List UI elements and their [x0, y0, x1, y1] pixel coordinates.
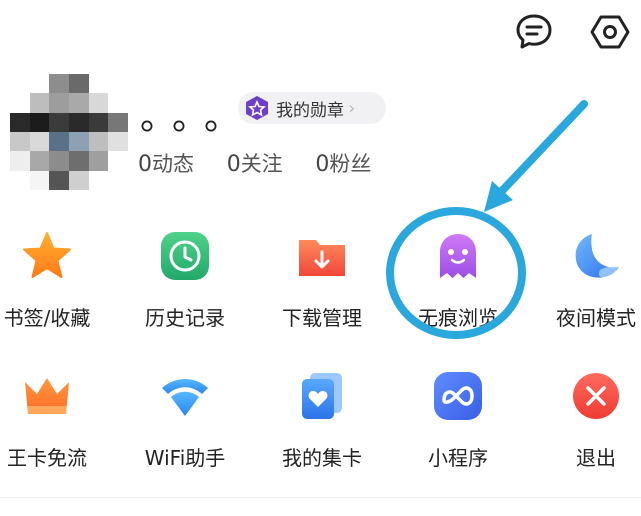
annotation-circle — [386, 207, 526, 339]
annotation-overlay — [386, 100, 588, 339]
annotation-arrow-shaft — [496, 100, 588, 197]
